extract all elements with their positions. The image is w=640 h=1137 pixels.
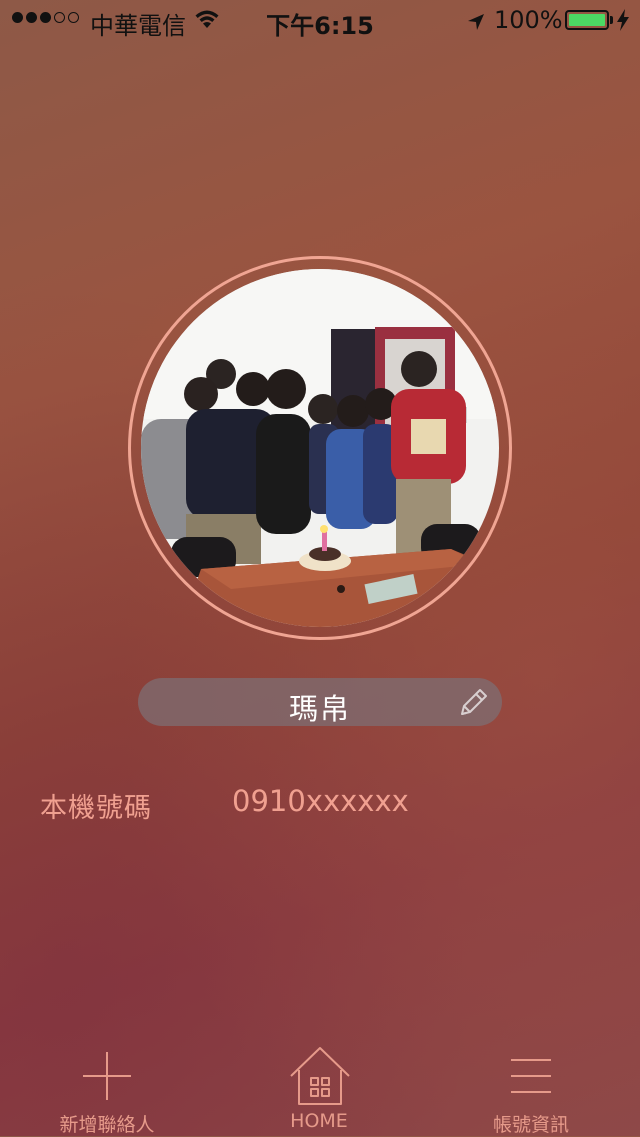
house-icon [289,1046,351,1110]
tab-home[interactable]: HOME [219,1042,419,1136]
tab-account-info[interactable]: 帳號資訊 [431,1042,631,1136]
tab-label: 帳號資訊 [492,1114,569,1136]
phone-number-value: 0910xxxxxx [232,784,409,818]
battery-level [569,14,605,26]
profile-photo[interactable] [141,269,499,627]
plus-icon [77,1046,137,1110]
phone-number-label: 本機號碼 [40,793,152,824]
pencil-icon[interactable] [456,686,490,724]
name-field[interactable]: 瑪帛 [138,678,502,726]
status-bar: 中華電信 下午6:15 100% [0,0,640,40]
battery-percent: 100% [494,6,563,34]
tab-add-contact[interactable]: 新增聯絡人 [7,1042,207,1136]
menu-icon [501,1046,561,1110]
tab-label: 新增聯絡人 [59,1114,155,1136]
location-arrow-icon [466,10,486,38]
battery-cap [610,16,613,24]
user-name: 瑪帛 [288,692,351,726]
battery-icon [565,10,609,30]
tab-label: HOME [290,1110,348,1132]
charging-bolt-icon [616,8,630,38]
